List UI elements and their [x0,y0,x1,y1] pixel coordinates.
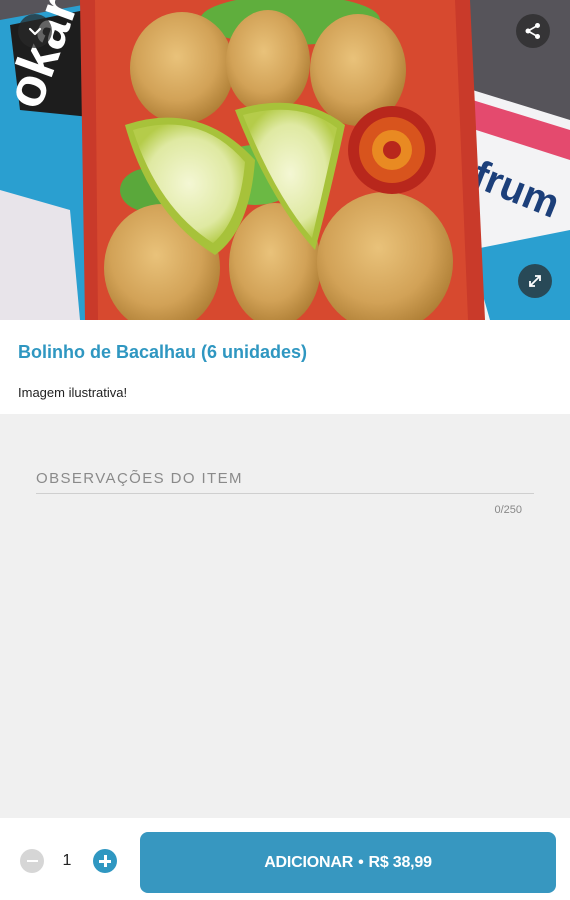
back-button[interactable] [18,14,52,48]
plus-icon-vertical [103,855,107,867]
increase-quantity-button[interactable] [93,849,117,873]
product-info: Bolinho de Bacalhau (6 unidades) Imagem … [0,320,570,414]
add-button-separator: • [358,853,364,871]
minus-icon [26,860,38,862]
product-image: okar frum [0,0,570,320]
expand-image-button[interactable] [518,264,552,298]
observations-input[interactable] [36,464,534,494]
chevron-down-icon [28,27,42,36]
observations-char-counter: 0/250 [494,504,522,516]
product-description: Imagem ilustrativa! [18,385,128,400]
add-to-cart-button[interactable]: ADICIONAR • R$ 38,99 [140,832,556,893]
product-photo: okar frum [0,0,570,320]
add-to-cart-bar: 1 ADICIONAR • R$ 38,99 [0,818,570,900]
product-name: Bolinho de Bacalhau (6 unidades) [18,342,308,362]
add-button-price: R$ 38,99 [368,853,432,871]
add-button-label: ADICIONAR [264,853,354,871]
expand-icon [529,275,541,287]
share-button[interactable] [516,14,550,48]
quantity-value: 1 [62,852,72,869]
observations-section: 0/250 [0,414,570,818]
decrease-quantity-button[interactable] [20,849,44,873]
share-icon [525,23,540,39]
